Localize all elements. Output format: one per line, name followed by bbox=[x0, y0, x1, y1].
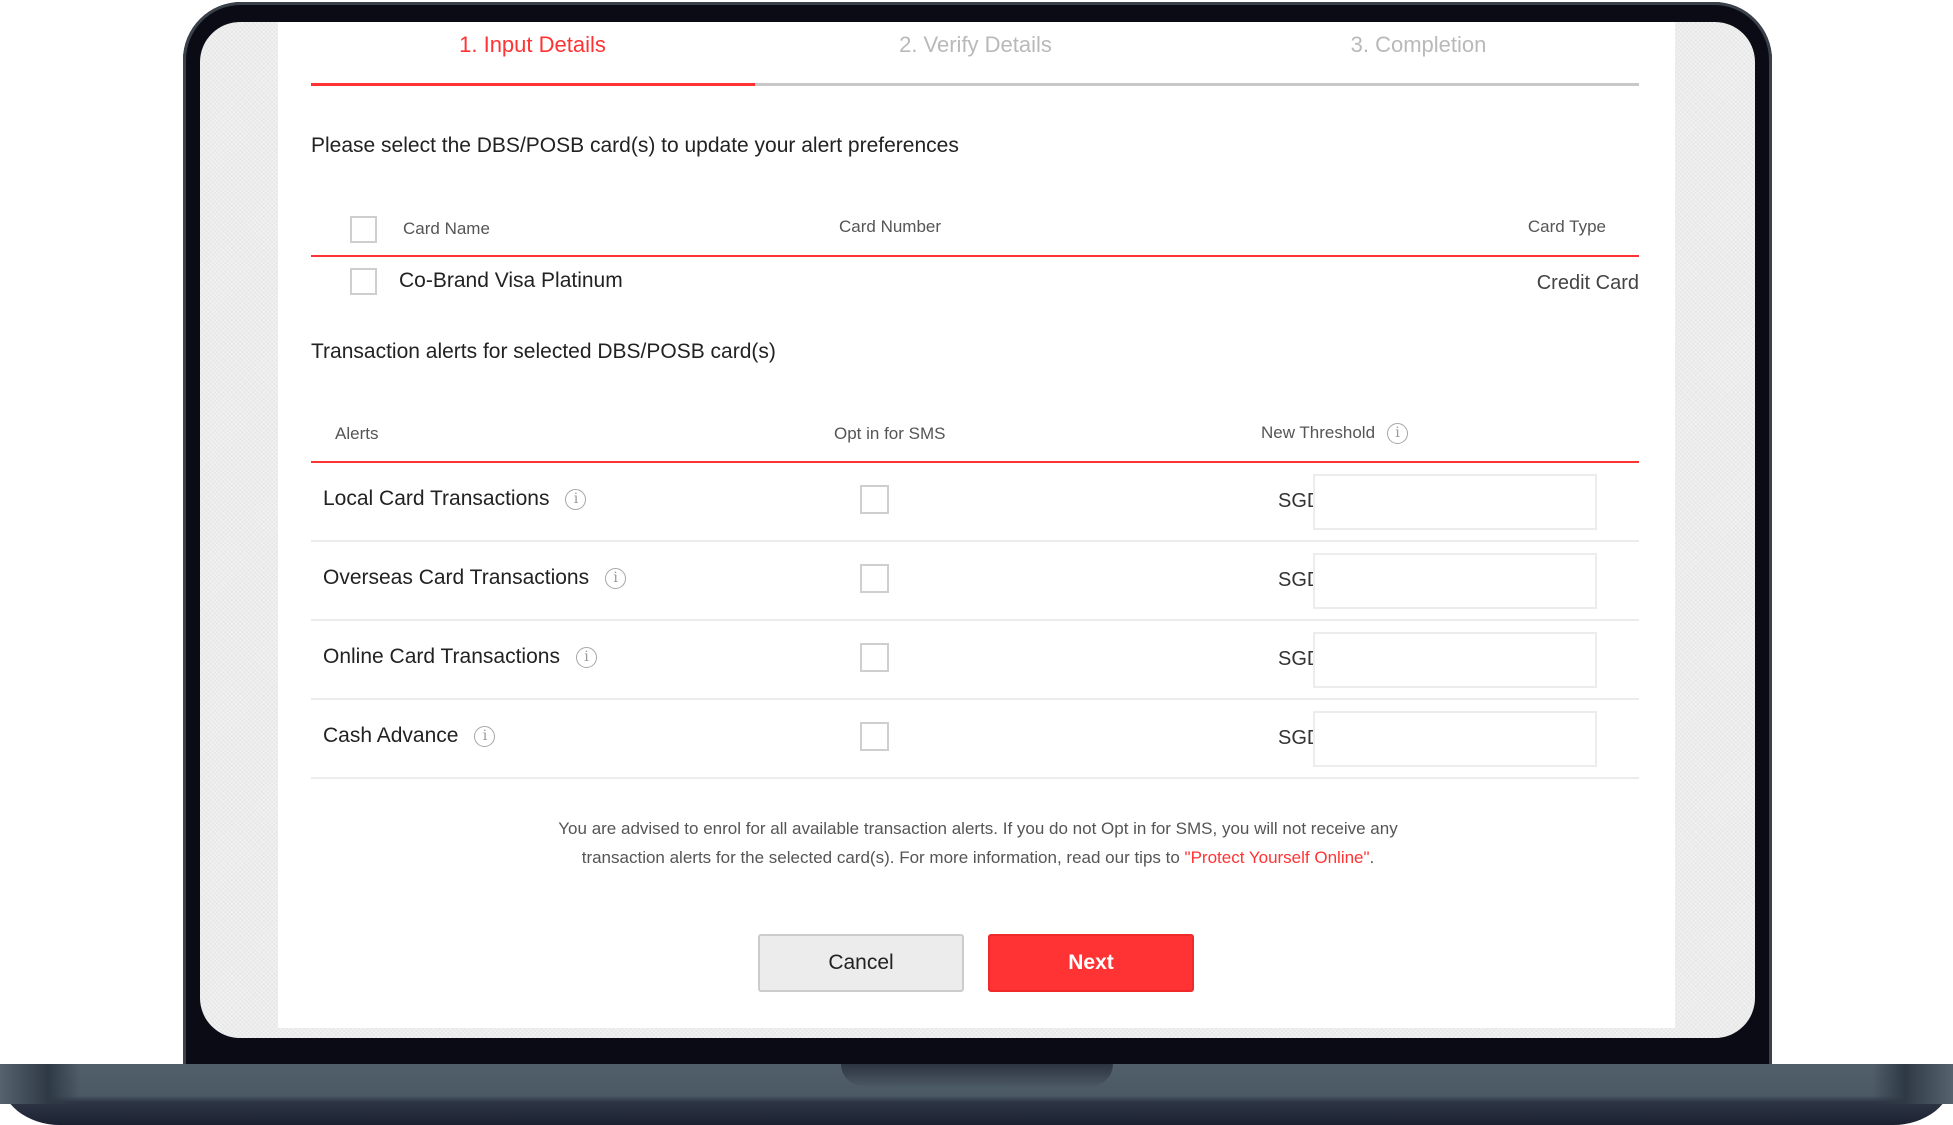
threshold-input[interactable] bbox=[1313, 474, 1597, 530]
info-icon[interactable]: i bbox=[1387, 422, 1409, 444]
card-row: Co-Brand Visa Platinum Credit Card bbox=[311, 262, 1639, 312]
threshold-input[interactable] bbox=[1313, 553, 1597, 609]
card-section-heading: Please select the DBS/POSB card(s) to up… bbox=[311, 134, 959, 157]
step-verify-details: 2. Verify Details bbox=[899, 32, 1052, 57]
progress-stepper: 1. Input Details 2. Verify Details 3. Co… bbox=[311, 22, 1639, 86]
laptop-base-edge-right bbox=[1873, 1064, 1953, 1104]
alert-label: Overseas Card Transactions bbox=[323, 566, 590, 589]
sms-opt-in-checkbox[interactable] bbox=[860, 485, 889, 514]
laptop-base-edge-left bbox=[0, 1064, 80, 1104]
info-icon[interactable]: i bbox=[575, 646, 597, 668]
column-header-opt-in-sms: Opt in for SMS bbox=[834, 424, 946, 443]
alert-label-group: Overseas Card Transactions i bbox=[323, 566, 627, 590]
step-completion: 3. Completion bbox=[1350, 32, 1487, 57]
alert-row-cash-advance: Cash Advance i SGD bbox=[311, 700, 1639, 779]
column-header-card-type: Card Type bbox=[1527, 217, 1606, 236]
alert-label: Local Card Transactions bbox=[323, 487, 550, 510]
column-header-card-number: Card Number bbox=[839, 217, 942, 236]
sms-opt-in-checkbox[interactable] bbox=[860, 722, 889, 751]
alert-row-local: Local Card Transactions i SGD bbox=[311, 463, 1639, 542]
threshold-input[interactable] bbox=[1313, 632, 1597, 688]
cancel-button[interactable]: Cancel bbox=[758, 934, 964, 992]
column-header-threshold: New Threshold i bbox=[1261, 421, 1409, 445]
card-select-checkbox[interactable] bbox=[350, 268, 377, 295]
step-progress-track bbox=[755, 83, 1639, 86]
threshold-header-label: New Threshold bbox=[1261, 423, 1376, 442]
info-icon[interactable]: i bbox=[605, 567, 627, 589]
info-icon[interactable]: i bbox=[565, 488, 587, 510]
card-table-header-divider bbox=[311, 255, 1639, 257]
info-icon[interactable]: i bbox=[474, 725, 496, 747]
alert-label-group: Cash Advance i bbox=[323, 724, 496, 748]
threshold-input[interactable] bbox=[1313, 711, 1597, 767]
form-panel: 1. Input Details 2. Verify Details 3. Co… bbox=[278, 22, 1675, 1028]
card-type: Credit Card bbox=[1536, 272, 1639, 294]
alert-row-overseas: Overseas Card Transactions i SGD bbox=[311, 542, 1639, 621]
card-name: Co-Brand Visa Platinum bbox=[399, 269, 623, 292]
laptop-hinge-notch bbox=[841, 1064, 1113, 1086]
laptop-screen: 1. Input Details 2. Verify Details 3. Co… bbox=[200, 22, 1755, 1038]
notice-text-end: . bbox=[1369, 848, 1375, 867]
alert-label-group: Local Card Transactions i bbox=[323, 487, 587, 511]
alerts-section-heading: Transaction alerts for selected DBS/POSB… bbox=[311, 340, 776, 363]
sms-opt-in-checkbox[interactable] bbox=[860, 564, 889, 593]
alert-label: Cash Advance bbox=[323, 724, 459, 747]
next-button[interactable]: Next bbox=[988, 934, 1194, 992]
alert-label-group: Online Card Transactions i bbox=[323, 645, 597, 669]
select-all-cards-checkbox[interactable] bbox=[350, 216, 377, 243]
column-header-alerts: Alerts bbox=[335, 424, 379, 443]
column-header-card-name: Card Name bbox=[403, 219, 490, 238]
alert-row-online: Online Card Transactions i SGD bbox=[311, 621, 1639, 700]
sms-opt-in-checkbox[interactable] bbox=[860, 643, 889, 672]
step-progress-active bbox=[311, 83, 755, 86]
row-divider bbox=[311, 777, 1639, 779]
step-input-details: 1. Input Details bbox=[459, 32, 606, 57]
alert-label: Online Card Transactions bbox=[323, 645, 560, 668]
protect-yourself-online-link[interactable]: "Protect Yourself Online" bbox=[1185, 848, 1370, 867]
sms-advisory-notice: You are advised to enrol for all availab… bbox=[558, 814, 1398, 872]
